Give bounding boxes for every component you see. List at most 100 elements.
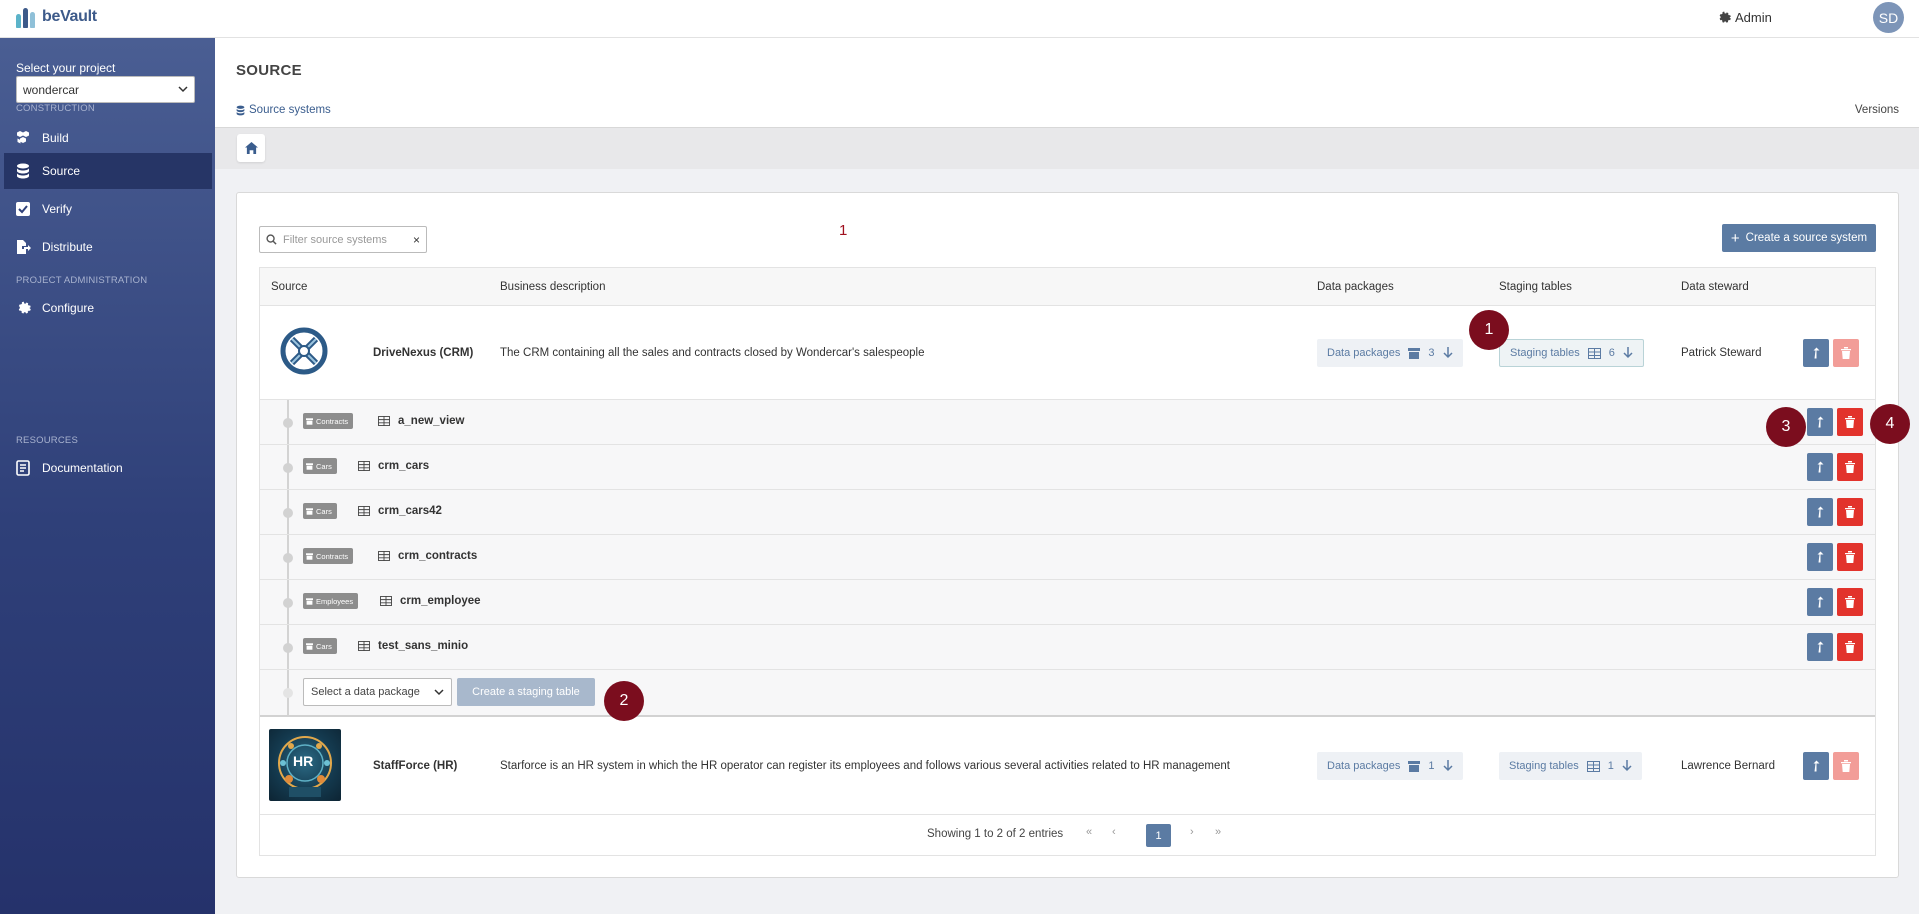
filter-source-systems[interactable]: Filter source systems × [259, 226, 427, 253]
sidebar-item-source[interactable]: Source [4, 153, 212, 189]
checkbox-icon [14, 200, 32, 218]
chevron-down-icon [434, 688, 444, 695]
delete-staging-table-button[interactable] [1837, 408, 1863, 436]
cubes-icon [14, 129, 32, 147]
database-icon [14, 162, 32, 180]
package-badge-label: Contracts [316, 416, 349, 426]
staging-table-name[interactable]: crm_cars42 [358, 505, 442, 517]
admin-menu[interactable]: Admin [1717, 10, 1772, 25]
open-source-button[interactable] [1803, 339, 1829, 367]
data-package-select[interactable]: Select a data package [303, 678, 452, 706]
data-packages-toggle[interactable]: Data packages 1 [1317, 752, 1463, 780]
package-badge: Cars [303, 458, 337, 474]
hr-logo-text: HR [293, 753, 314, 769]
source-name[interactable]: DriveNexus (CRM) [373, 347, 473, 359]
create-staging-table-button[interactable]: Create a staging table [457, 678, 595, 706]
sidebar-item-configure-label: Configure [42, 301, 95, 315]
open-staging-table-button[interactable] [1807, 588, 1833, 616]
package-badge-label: Cars [316, 641, 332, 651]
staging-table-name-label: crm_cars [378, 460, 430, 472]
staging-table-name[interactable]: test_sans_minio [358, 640, 468, 652]
clear-filter-button[interactable]: × [413, 233, 420, 247]
delete-source-button[interactable] [1833, 339, 1859, 367]
data-package-select-placeholder: Select a data package [311, 686, 420, 698]
database-icon [236, 105, 245, 115]
data-packages-label: Data packages [1327, 347, 1401, 359]
pagination-current[interactable]: 1 [1146, 824, 1171, 847]
list-item: Cars crm_cars [260, 445, 1875, 490]
section-construction: CONSTRUCTION [16, 103, 95, 114]
staging-table-name-label: crm_cars42 [378, 505, 442, 517]
pagination-first[interactable]: « [1086, 826, 1092, 838]
archive-icon [306, 462, 313, 470]
breadcrumb-home[interactable] [237, 134, 265, 162]
source-description: Starforce is an HR system in which the H… [500, 760, 1230, 772]
staging-table-name[interactable]: a_new_view [378, 415, 464, 427]
arrow-down-icon [1442, 347, 1453, 359]
sidebar-item-documentation[interactable]: Documentation [4, 450, 212, 486]
sidebar-item-source-label: Source [42, 164, 81, 178]
gear-icon [1719, 11, 1731, 23]
data-steward: Lawrence Bernard [1681, 760, 1775, 772]
open-staging-table-button[interactable] [1807, 633, 1833, 661]
project-select-label: Select your project [16, 61, 116, 75]
data-steward: Patrick Steward [1681, 347, 1762, 359]
sidebar-item-verify[interactable]: Verify [4, 191, 212, 227]
staging-table-name[interactable]: crm_cars [358, 460, 429, 472]
tab-versions[interactable]: Versions [1855, 104, 1899, 116]
table-icon [378, 416, 390, 426]
data-packages-toggle[interactable]: Data packages 3 [1317, 339, 1463, 367]
plus-icon: + [1730, 229, 1740, 247]
staging-tables-count: 1 [1607, 760, 1614, 772]
delete-staging-table-button[interactable] [1837, 498, 1863, 526]
pagination-last[interactable]: » [1215, 826, 1221, 838]
open-staging-table-button[interactable] [1807, 453, 1833, 481]
package-badge-label: Contracts [316, 551, 349, 561]
open-staging-table-button[interactable] [1807, 498, 1833, 526]
open-source-button[interactable] [1803, 752, 1829, 780]
list-item: Cars crm_cars42 [260, 490, 1875, 535]
sidebar-item-build-label: Build [42, 131, 69, 145]
app-logo[interactable]: beVault [16, 6, 97, 28]
delete-staging-table-button[interactable] [1837, 453, 1863, 481]
table-icon [378, 551, 390, 561]
delete-staging-table-button[interactable] [1837, 633, 1863, 661]
create-source-system-label: Create a source system [1745, 232, 1868, 244]
delete-staging-table-button[interactable] [1837, 588, 1863, 616]
delete-staging-table-button[interactable] [1837, 543, 1863, 571]
table-header: Source Business description Data package… [260, 268, 1875, 306]
table-icon [380, 596, 392, 606]
delete-source-button[interactable] [1833, 752, 1859, 780]
list-item: Contracts crm_contracts [260, 535, 1875, 580]
annotation-red-text: 1 [839, 222, 848, 239]
header-source: Source [271, 281, 308, 293]
trash-icon [1841, 347, 1851, 359]
project-select[interactable]: wondercar [16, 76, 195, 103]
trash-icon [1845, 416, 1855, 428]
staging-tables-toggle[interactable]: Staging tables 6 [1499, 339, 1644, 367]
tab-source-systems[interactable]: Source systems [236, 104, 331, 116]
level-up-icon [1817, 461, 1824, 473]
timeline-dot [283, 643, 293, 653]
open-staging-table-button[interactable] [1807, 408, 1833, 436]
staging-table-name[interactable]: crm_contracts [378, 550, 477, 562]
level-up-icon [1817, 551, 1824, 563]
arrow-down-icon [1442, 760, 1453, 772]
pagination: Showing 1 to 2 of 2 entries « ‹ 1 › » [260, 815, 1875, 855]
pagination-next[interactable]: › [1190, 826, 1194, 838]
staging-tables-label: Staging tables [1509, 760, 1579, 772]
book-icon [14, 459, 32, 477]
open-staging-table-button[interactable] [1807, 543, 1833, 571]
trash-icon [1845, 461, 1855, 473]
staging-tables-toggle[interactable]: Staging tables 1 [1499, 752, 1642, 780]
package-badge-label: Cars [316, 461, 332, 471]
source-name[interactable]: StaffForce (HR) [373, 760, 457, 772]
sidebar-item-build[interactable]: Build [4, 120, 212, 156]
sidebar-item-configure[interactable]: Configure [4, 290, 212, 326]
create-source-system-button[interactable]: + Create a source system [1722, 224, 1876, 252]
trash-icon [1841, 760, 1851, 772]
staging-table-name[interactable]: crm_employee [380, 595, 481, 607]
sidebar-item-distribute[interactable]: Distribute [4, 229, 212, 265]
avatar[interactable]: SD [1873, 2, 1904, 33]
pagination-prev[interactable]: ‹ [1112, 826, 1116, 838]
